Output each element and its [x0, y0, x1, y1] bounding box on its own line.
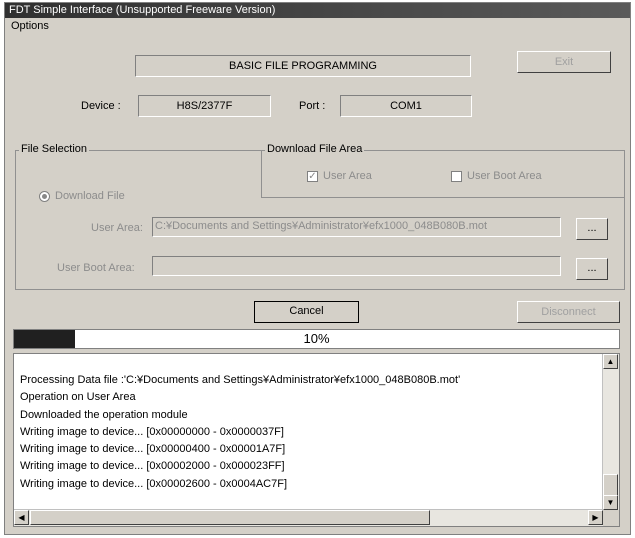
user-area-path-field[interactable]: C:¥Documents and Settings¥Administrator¥… [152, 217, 561, 237]
log-lines: Processing Data file :'C:¥Documents and … [20, 372, 599, 493]
mode-display: BASIC FILE PROGRAMMING [135, 55, 471, 77]
scroll-down-icon[interactable]: ▼ [603, 495, 618, 510]
progress-bar: 10% [13, 329, 620, 349]
download-file-label: Download File [55, 190, 125, 202]
log-output: Processing Data file :'C:¥Documents and … [13, 353, 620, 527]
check-mark-icon: ✓ [308, 171, 317, 182]
user-area-label: User Area: [91, 222, 143, 234]
file-selection-legend: File Selection [19, 143, 90, 155]
download-file-radio[interactable] [39, 191, 50, 202]
user-boot-area-label: User Boot Area: [57, 262, 135, 274]
menu-bar: Options [5, 18, 630, 34]
log-line: Downloaded the operation module [20, 408, 188, 421]
user-boot-area-path-field[interactable] [152, 256, 561, 276]
log-line: Writing image to device... [0x00000000 -… [20, 425, 284, 438]
exit-button[interactable]: Exit [517, 51, 611, 73]
port-label: Port : [299, 100, 326, 112]
user-boot-area-checkbox-label: User Boot Area [467, 170, 542, 182]
scroll-corner [603, 510, 619, 526]
user-area-checkbox-label: User Area [323, 170, 372, 182]
vertical-scroll-thumb[interactable] [603, 474, 618, 496]
fdt-window: FDT Simple Interface (Unsupported Freewa… [4, 2, 631, 535]
device-value: H8S/2377F [138, 95, 271, 117]
log-line: Writing image to device... [0x00000400 -… [20, 443, 286, 456]
scroll-up-icon[interactable]: ▲ [603, 354, 618, 369]
user-area-browse-button[interactable]: ... [576, 218, 608, 240]
user-boot-area-checkbox[interactable] [451, 171, 462, 182]
title-bar: FDT Simple Interface (Unsupported Freewa… [5, 3, 630, 18]
horizontal-scrollbar[interactable]: ◀ ▶ [14, 509, 603, 526]
radio-dot-icon [42, 194, 47, 199]
horizontal-scroll-thumb[interactable] [30, 510, 430, 525]
progress-percent: 10% [303, 331, 330, 346]
log-line: Writing image to device... [0x00002600 -… [20, 477, 288, 490]
scroll-right-icon[interactable]: ▶ [588, 510, 603, 525]
vertical-scrollbar[interactable]: ▲ ▼ [602, 354, 619, 510]
log-line: Processing Data file :'C:¥Documents and … [20, 374, 461, 386]
port-value: COM1 [340, 95, 472, 117]
download-file-area-legend: Download File Area [265, 143, 365, 155]
log-line: Writing image to device... [0x00002000 -… [20, 460, 285, 473]
scroll-left-icon[interactable]: ◀ [14, 510, 29, 525]
user-boot-area-browse-button[interactable]: ... [576, 258, 608, 280]
menu-options[interactable]: Options [11, 20, 49, 32]
disconnect-button[interactable]: Disconnect [517, 301, 620, 323]
cancel-button[interactable]: Cancel [254, 301, 359, 323]
user-area-checkbox[interactable]: ✓ [307, 171, 318, 182]
log-line: Operation on User Area [20, 391, 136, 404]
device-label: Device : [81, 100, 121, 112]
